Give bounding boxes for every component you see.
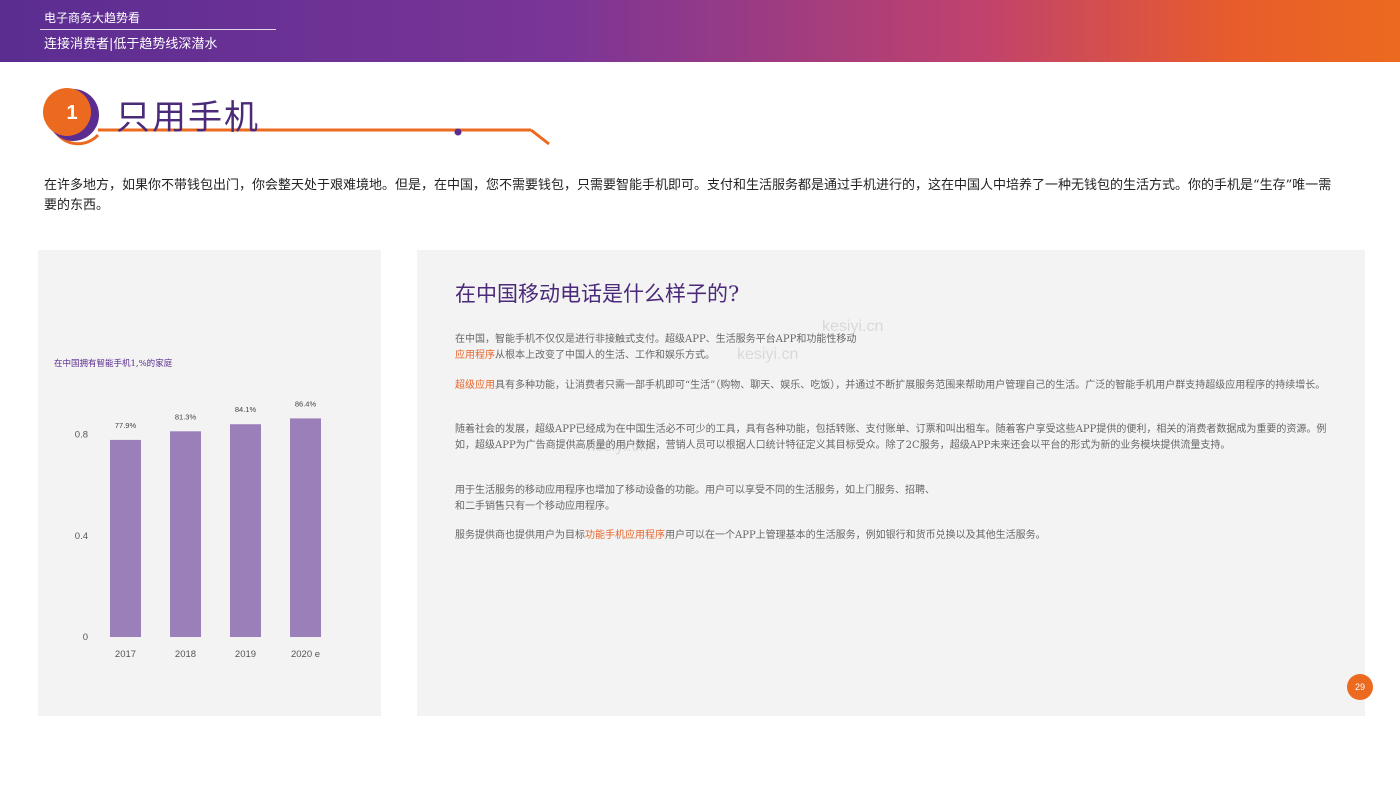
highlight-super-app: 超级应用 — [455, 380, 495, 391]
y-tick-label: 0.8 — [75, 430, 88, 441]
paragraph-1: 在中国，智能手机不仅仅是进行非接触式支付。超级APP、生活服务平台APP和功能性… — [455, 332, 1335, 364]
paragraph-1-text-end: 从根本上改变了中国人的生活、工作和娱乐方式。 — [495, 350, 715, 361]
paragraph-1-text: 在中国，智能手机不仅仅是进行非接触式支付。超级APP、生活服务平台APP和功能性… — [455, 334, 857, 345]
paragraph-4-line-2: 和二手销售只有一个移动应用程序。 — [455, 501, 615, 512]
y-tick-label: 0.4 — [75, 531, 88, 542]
data-label: 86.4% — [295, 399, 317, 408]
paragraph-5-text: 服务提供商也提供用户为目标 — [455, 530, 585, 541]
x-tick-label: 2019 — [235, 649, 256, 660]
x-tick-label: 2017 — [115, 649, 136, 660]
bar — [110, 439, 141, 637]
highlight-feature-apps: 功能手机应用程序 — [585, 530, 665, 541]
highlight-apps: 应用程序 — [455, 350, 495, 361]
paragraph-5-text-end: 用户可以在一个APP上管理基本的生活服务，例如银行和货币兑换以及其他生活服务。 — [665, 530, 1046, 541]
header-subtitle: 连接消费者|低于趋势线深潜水 — [44, 37, 218, 52]
panel-title: 在中国移动电话是什么样子的? — [455, 282, 740, 306]
data-label: 84.1% — [235, 405, 257, 414]
header-title: 电子商务大趋势看 — [44, 11, 141, 25]
data-label: 81.3% — [175, 412, 197, 421]
x-tick-label: 2020 e — [291, 649, 320, 660]
header-divider — [40, 29, 276, 30]
text-panel: kesiyi.cn kesiyi.cn kesiyi.cn 在中国移动电话是什么… — [417, 250, 1365, 716]
data-label: 77.9% — [115, 421, 137, 430]
x-tick-label: 2018 — [175, 649, 196, 660]
bar — [230, 424, 261, 637]
intro-paragraph: 在许多地方，如果你不带钱包出门，你会整天处于艰难境地。但是，在中国，您不需要钱包… — [44, 178, 1332, 213]
paragraph-4-line-1: 用于生活服务的移动应用程序也增加了移动设备的功能。用户可以享受不同的生活服务，如… — [455, 485, 935, 496]
section-heading: 1 只用手机 — [26, 88, 556, 148]
y-tick-label: 0 — [83, 632, 88, 643]
section-title: 只用手机 — [116, 98, 260, 138]
bar-chart: 0 0.4 0.8 77.9% 2017 81.3% 2018 84.1% 2019 86.4% 2… — [75, 399, 321, 660]
paragraph-2-text: 具有多种功能，让消费者只需一部手机即可“生活”（购物、聊天、娱乐、吃饭），并通过… — [495, 380, 1326, 391]
bar — [170, 431, 201, 637]
paragraph-4: 用于生活服务的移动应用程序也增加了移动设备的功能。用户可以享受不同的生活服务，如… — [455, 483, 1335, 515]
heading-decoration — [43, 88, 550, 146]
page-number: 29 — [1347, 674, 1373, 700]
section-number: 1 — [66, 102, 78, 124]
paragraph-3: 随着社会的发展，超级APP已经成为在中国生活必不可少的工具，具有各种功能，包括转… — [455, 424, 1327, 451]
bar — [290, 418, 321, 637]
paragraph-2: 超级应用具有多种功能，让消费者只需一部手机即可“生活”（购物、聊天、娱乐、吃饭）… — [455, 378, 1335, 394]
header-band: 电子商务大趋势看 连接消费者|低于趋势线深潜水 — [0, 0, 1400, 62]
chart-panel: 在中国拥有智能手机1,%的家庭 0 0.4 0.8 77.9% 2017 81.3% 201… — [38, 250, 381, 716]
paragraph-5: 服务提供商也提供用户为目标功能手机应用程序用户可以在一个APP上管理基本的生活服… — [455, 528, 1335, 544]
